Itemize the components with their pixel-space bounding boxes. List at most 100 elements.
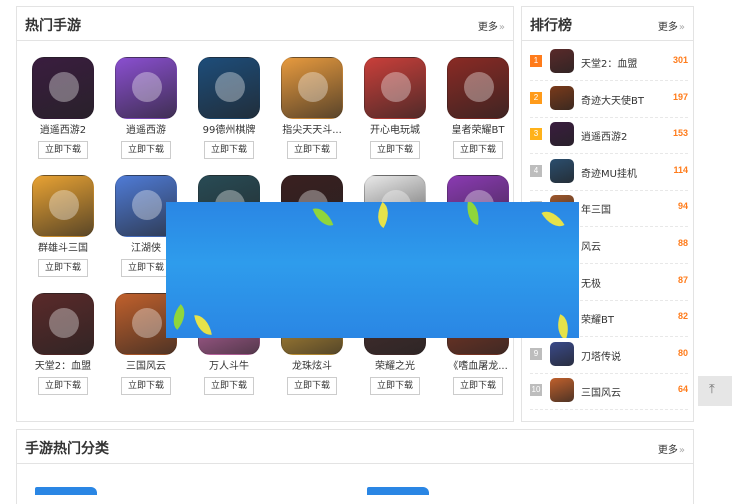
ranking-game-name[interactable]: 天堂2：血盟 [581,55,637,70]
game-icon[interactable] [550,341,574,366]
game-name[interactable]: 群雄斗三国 [23,242,103,255]
game-card[interactable]: 99德州棋牌立即下载 [189,57,269,159]
download-button[interactable]: 立即下载 [121,377,171,395]
game-name[interactable]: 指尖天天斗... [272,124,352,137]
download-button[interactable]: 立即下载 [287,141,337,159]
game-card[interactable]: 群雄斗三国 立即下载 [23,175,103,277]
ranking-score: 114 [673,164,688,175]
categories-more-link[interactable]: 更多» [658,441,685,456]
game-name[interactable]: 天堂2：血盟 [23,360,103,373]
game-icon[interactable] [447,57,509,119]
download-button[interactable]: 立即下载 [453,141,503,159]
ranking-game-name[interactable]: 刀塔传说 [581,348,621,363]
game-icon[interactable] [115,57,177,119]
ranking-game-name[interactable]: 年三国 [581,201,611,216]
game-name[interactable]: 万人斗牛 [189,360,269,373]
game-card[interactable]: 皇者荣耀BT 立即下载 [438,57,518,159]
ranking-game-name[interactable]: 奇迹大天使BT [581,92,644,107]
game-icon[interactable] [550,122,574,147]
game-icon[interactable] [32,57,94,119]
game-icon[interactable] [32,293,94,355]
game-card[interactable]: 开心电玩城 立即下载 [355,57,435,159]
leaf-decoration [166,304,192,330]
game-icon[interactable] [281,57,343,119]
ranking-game-name[interactable]: 无极 [581,275,601,290]
category-tab-right[interactable] [367,487,429,495]
game-name[interactable]: 逍遥西游2 [23,124,103,137]
ranking-game-name[interactable]: 三国风云 [581,384,621,399]
game-card[interactable]: 天堂2：血盟立即下载 [23,293,103,395]
leaf-decoration [371,202,395,229]
game-icon[interactable] [550,85,574,110]
game-name[interactable]: 皇者荣耀BT [438,124,518,137]
download-button[interactable]: 立即下载 [121,259,171,277]
game-art [49,72,79,102]
game-name[interactable]: 《嗜血屠龙... [438,360,518,373]
ranking-score: 80 [677,347,688,358]
more-label: 更多 [657,22,678,33]
game-icon[interactable] [32,175,94,237]
game-name[interactable]: 开心电玩城 [355,124,435,137]
game-name[interactable]: 逍遥西游 [106,124,186,137]
ranking-item[interactable]: 3 逍遥西游2 153 [530,116,688,155]
ranking-game-name[interactable]: 荣耀BT [581,311,614,326]
category-tab-left[interactable] [35,487,97,495]
ranking-score: 87 [677,274,688,285]
overlay-ad-banner[interactable] [166,202,579,338]
arrow-up-icon: ⤒ [709,382,715,397]
download-button[interactable]: 立即下载 [38,141,88,159]
game-icon[interactable] [550,158,574,183]
download-button[interactable]: 立即下载 [121,141,171,159]
more-label: 更多 [477,22,498,33]
chevron-right-icon: » [678,22,685,33]
ranking-score: 88 [677,238,688,248]
download-button[interactable]: 立即下载 [204,377,254,395]
game-icon[interactable] [550,49,574,73]
categories-title: 手游热门分类 [25,441,109,457]
download-button[interactable]: 立即下载 [370,141,420,159]
game-card[interactable]: 逍遥西游2 立即下载 [23,57,103,159]
game-art [49,190,79,220]
categories-panel: 手游热门分类 更多» [16,429,694,504]
game-card[interactable]: 逍遥西游 立即下载 [106,57,186,159]
categories-header: 手游热门分类 更多» [17,430,693,464]
download-button[interactable]: 立即下载 [204,141,254,159]
game-name[interactable]: 三国风云 [106,360,186,373]
rank-number-badge: 9 [530,347,542,360]
ranking-item[interactable]: 2 奇迹大天使BT 197 [530,80,688,118]
ranking-header: 排行榜 更多» [522,7,693,41]
ranking-item[interactable]: 10 三国风云 64 [530,372,688,411]
ranking-game-name[interactable]: 风云 [581,238,601,253]
ranking-score: 64 [677,384,688,395]
ranking-score: 197 [672,91,688,102]
hot-games-title: 热门手游 [25,18,81,34]
game-name[interactable]: 龙珠炫斗 [272,360,352,373]
leaf-decoration [312,204,334,230]
game-icon[interactable] [550,378,574,403]
ranking-item[interactable]: 1 天堂2：血盟 301 [530,43,688,81]
download-button[interactable]: 立即下载 [38,259,88,277]
game-icon[interactable] [364,57,426,119]
ranking-game-name[interactable]: 逍遥西游2 [581,128,627,143]
chevron-right-icon: » [678,445,685,456]
ranking-item[interactable]: 4 奇迹MU挂机 114 [530,153,688,191]
ranking-title: 排行榜 [530,18,572,34]
ranking-score: 153 [672,128,688,139]
hot-games-more-link[interactable]: 更多» [478,18,505,33]
download-button[interactable]: 立即下载 [370,377,420,395]
game-card[interactable]: 指尖天天斗... 立即下载 [272,57,352,159]
game-name[interactable]: 荣耀之光 [355,360,435,373]
download-button[interactable]: 立即下载 [287,377,337,395]
ranking-more-link[interactable]: 更多» [658,18,685,33]
game-name[interactable]: 99德州棋牌 [189,124,269,137]
game-icon[interactable] [198,57,260,119]
game-art [132,308,162,338]
ranking-game-name[interactable]: 奇迹MU挂机 [581,165,637,180]
ranking-item[interactable]: 9 刀塔传说 80 [530,336,688,374]
download-button[interactable]: 立即下载 [38,377,88,395]
leaf-decoration [541,205,565,233]
game-art [464,72,494,102]
back-to-top-button[interactable]: ⤒ [698,376,732,406]
rank-number-badge: 1 [530,55,542,67]
download-button[interactable]: 立即下载 [453,377,503,395]
